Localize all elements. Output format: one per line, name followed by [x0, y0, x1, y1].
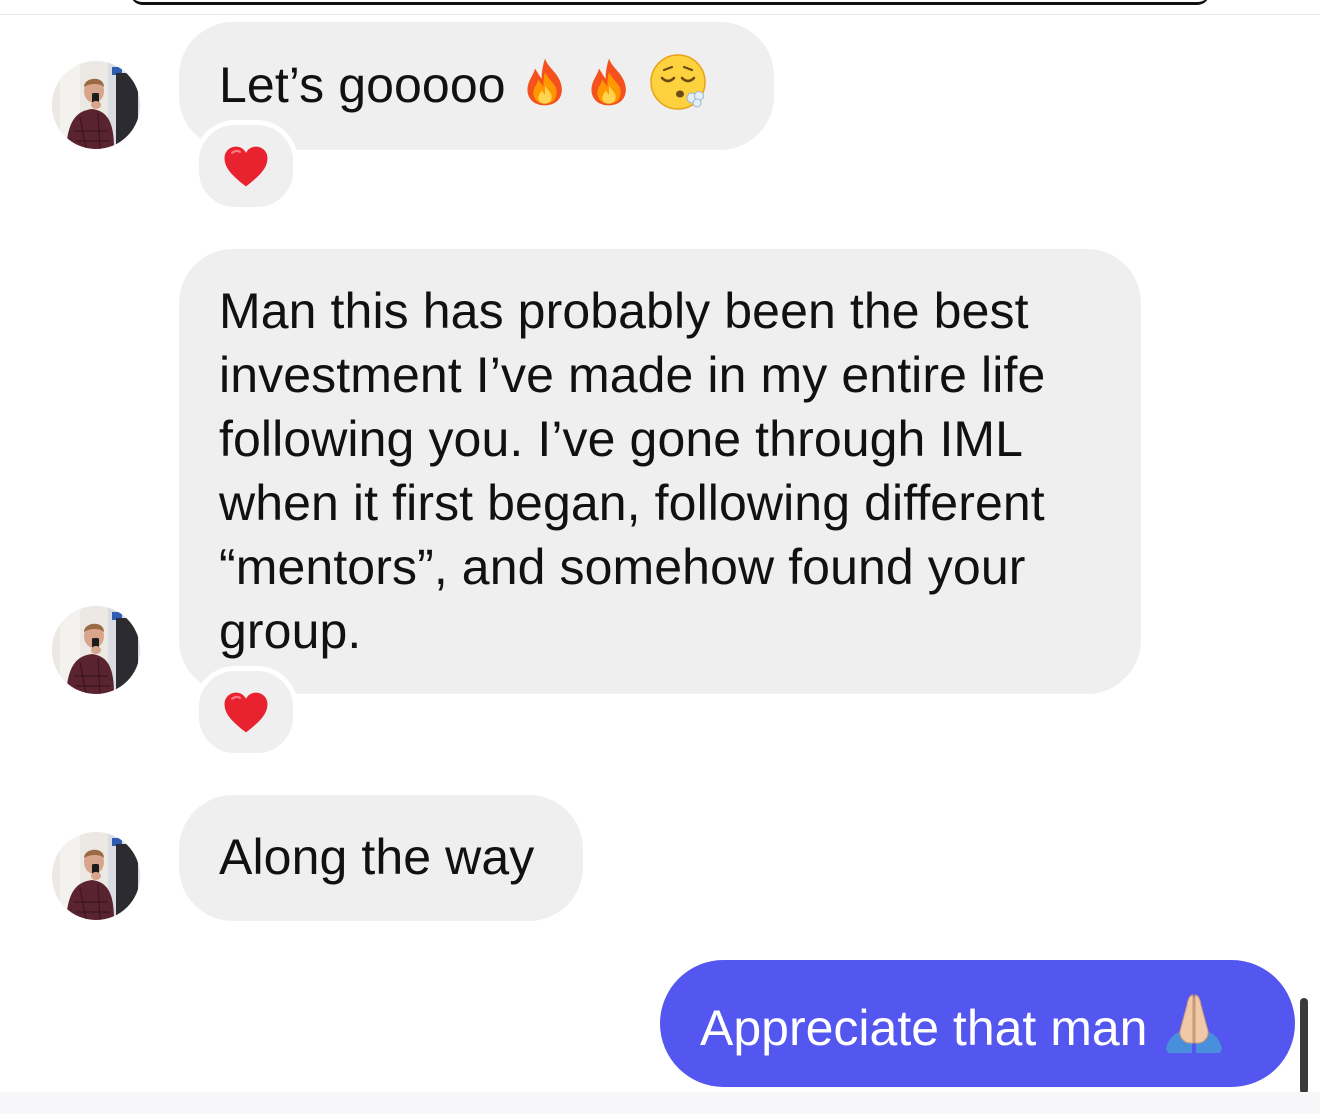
message-text: Let’s gooooo	[219, 57, 506, 113]
message-text-line: Along the way	[219, 829, 535, 885]
message-text: Appreciate that man	[700, 1000, 1148, 1056]
message-text-line: Man this has probably been the best	[219, 283, 1029, 339]
incoming-message-bubble[interactable]: Along the way	[179, 795, 583, 921]
red-heart-icon	[223, 145, 269, 188]
folded-hands-emoji-icon	[1162, 991, 1226, 1070]
composer-edge	[0, 1092, 1320, 1114]
top-panel-edge	[130, 0, 1210, 5]
heart-reaction[interactable]	[194, 120, 298, 212]
fire-emoji-icon	[520, 52, 570, 127]
profile-photo	[52, 832, 140, 920]
message-text-line: investment I’ve made in my entire life	[219, 347, 1046, 403]
face-exhaling-emoji-icon	[648, 52, 708, 127]
red-heart-icon	[223, 691, 269, 734]
profile-photo	[52, 61, 140, 149]
message-text-line: “mentors”, and somehow found your	[219, 539, 1026, 595]
fire-emoji-icon	[584, 52, 634, 127]
profile-photo	[52, 606, 140, 694]
sender-avatar[interactable]	[52, 61, 140, 149]
scrollbar-thumb[interactable]	[1300, 998, 1308, 1094]
sender-avatar[interactable]	[52, 832, 140, 920]
message-text-line: when it first began, following different	[219, 475, 1045, 531]
outgoing-message-bubble[interactable]: Appreciate that man	[660, 960, 1295, 1087]
incoming-message-bubble[interactable]: Man this has probably been the best inve…	[179, 249, 1141, 694]
heart-reaction[interactable]	[194, 666, 298, 758]
message-text-line: Let’s gooooo	[219, 52, 774, 127]
sender-avatar[interactable]	[52, 606, 140, 694]
top-divider	[0, 14, 1320, 15]
message-text-line: group.	[219, 603, 362, 659]
message-text-line: following you. I’ve gone through IML	[219, 411, 1024, 467]
